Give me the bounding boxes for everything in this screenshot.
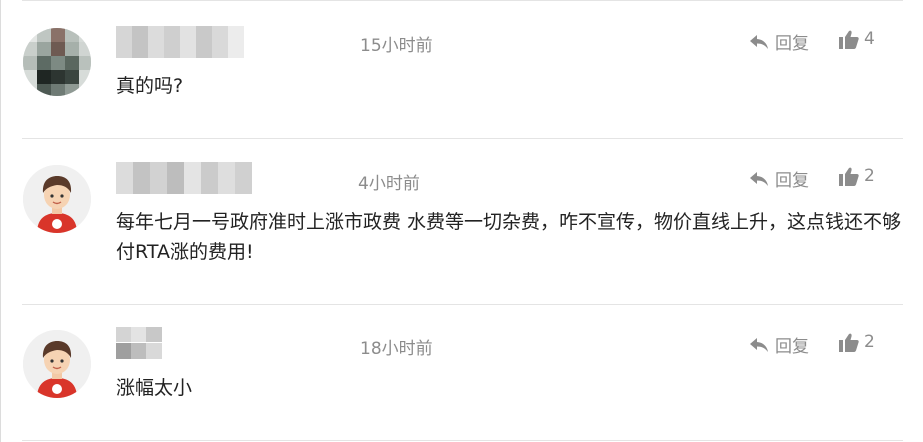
divider xyxy=(22,0,903,1)
pixelated-avatar-icon xyxy=(23,28,91,96)
reply-arrow-icon xyxy=(750,34,768,49)
like-button[interactable]: 2 xyxy=(839,166,875,186)
reply-label: 回复 xyxy=(775,337,809,357)
username-redacted[interactable] xyxy=(116,327,162,359)
comment-timestamp: 4小时前 xyxy=(358,174,420,194)
username-redacted[interactable] xyxy=(116,162,252,194)
like-count: 2 xyxy=(864,332,875,352)
avatar[interactable] xyxy=(23,28,91,96)
comment-text: 每年七月一号政府准时上涨市政费 水费等一切杂费，咋不宣传，物价直线上升，这点钱还… xyxy=(116,211,902,263)
reply-label: 回复 xyxy=(775,34,809,54)
thumbs-up-icon xyxy=(839,30,859,49)
reply-arrow-icon xyxy=(750,337,768,352)
comment-timestamp: 15小时前 xyxy=(360,36,433,56)
avatar[interactable] xyxy=(23,165,91,233)
reply-button[interactable]: 回复 xyxy=(749,29,809,54)
reply-button[interactable]: 回复 xyxy=(749,332,809,357)
divider xyxy=(22,138,903,139)
divider xyxy=(22,440,903,441)
like-count: 4 xyxy=(864,29,875,49)
cartoon-avatar-icon xyxy=(23,165,91,233)
username-redacted[interactable] xyxy=(116,26,244,58)
divider xyxy=(22,304,903,305)
like-button[interactable]: 4 xyxy=(839,29,875,49)
thumbs-up-icon xyxy=(839,167,859,186)
reply-arrow-icon xyxy=(750,171,768,186)
thumbs-up-icon xyxy=(839,333,859,352)
like-button[interactable]: 2 xyxy=(839,332,875,352)
avatar[interactable] xyxy=(23,330,91,398)
reply-label: 回复 xyxy=(775,171,809,191)
left-border xyxy=(0,0,1,442)
comment-text: 涨幅太小 xyxy=(116,377,193,399)
like-count: 2 xyxy=(864,166,875,186)
comment-text: 真的吗? xyxy=(116,75,184,97)
reply-button[interactable]: 回复 xyxy=(749,166,809,191)
cartoon-avatar-icon xyxy=(23,330,91,398)
comment-timestamp: 18小时前 xyxy=(360,339,433,359)
